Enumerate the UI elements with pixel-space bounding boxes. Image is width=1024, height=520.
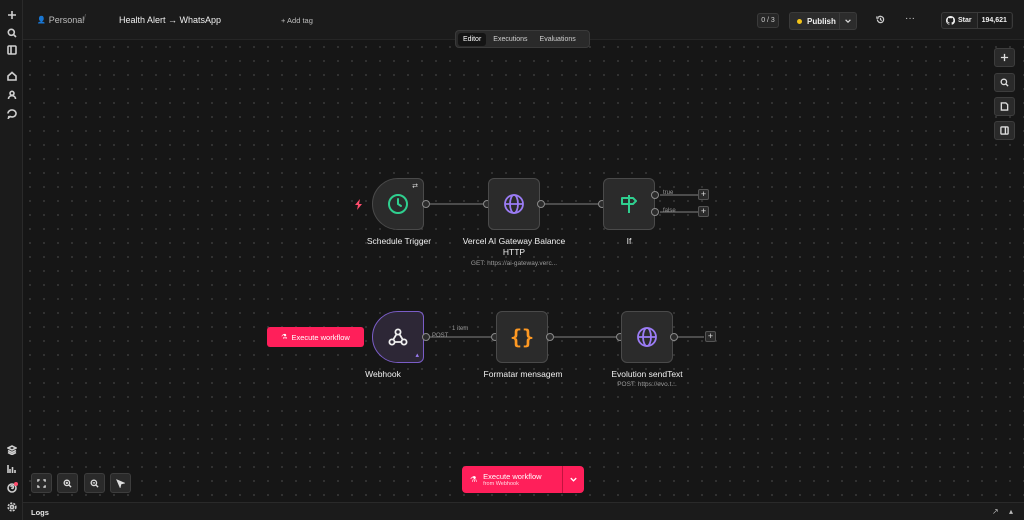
edge-label-true: true — [663, 190, 674, 196]
add-tag-button[interactable]: + Add tag — [281, 16, 313, 25]
zoom-out-button[interactable] — [84, 473, 105, 493]
node-label-schedule: Schedule Trigger — [366, 236, 432, 246]
fit-view-button[interactable] — [31, 473, 52, 493]
user-icon[interactable] — [3, 87, 20, 103]
templates-icon[interactable] — [3, 442, 20, 458]
workflow-title[interactable]: Health Alert → WhatsApp — [119, 15, 221, 25]
status-dot — [797, 18, 802, 24]
publish-button[interactable]: Publish — [789, 12, 857, 30]
vercel-http-node[interactable] — [488, 178, 540, 230]
home-icon[interactable] — [3, 68, 20, 84]
tab-evaluations[interactable]: Evaluations — [535, 33, 581, 46]
logs-label: Logs — [31, 508, 49, 517]
output-handle-true[interactable] — [651, 191, 659, 199]
webhook-icon — [388, 328, 408, 346]
help-icon[interactable] — [3, 480, 20, 496]
zoom-in-button[interactable] — [57, 473, 78, 493]
plus-icon[interactable] — [3, 7, 20, 23]
publish-label: Publish — [807, 16, 836, 26]
open-logs-icon[interactable]: ↗ — [992, 507, 999, 516]
github-star: Star — [942, 16, 977, 25]
execute-label: Execute workflow — [483, 472, 542, 481]
github-star-count: 194,621 — [976, 13, 1011, 28]
edge-items-count: 1 item — [452, 326, 469, 332]
workflow-canvas[interactable] — [23, 40, 1024, 502]
history-icon[interactable] — [876, 15, 885, 26]
logs-panel[interactable]: Logs ↗ ▴ — [23, 502, 1024, 520]
chevron-down-icon[interactable] — [839, 13, 856, 29]
clock-icon — [388, 194, 408, 214]
publish-counter: 0 / 3 — [757, 13, 779, 28]
globe-icon — [637, 327, 657, 347]
formatar-node[interactable]: {} — [496, 311, 548, 363]
pin-icon: ▴ — [415, 352, 419, 359]
node-label-evolution: Evolution sendText — [611, 369, 683, 379]
panel-icon[interactable] — [3, 42, 20, 58]
project-name: Personal — [48, 15, 85, 25]
execute-workflow-main[interactable]: ⚗ Execute workflow from Webhook — [462, 466, 562, 493]
node-label-vercel: Vercel AI Gateway Balance HTTP — [462, 236, 566, 257]
output-handle[interactable] — [422, 200, 430, 208]
tab-executions[interactable]: Executions — [488, 33, 532, 46]
signpost-icon — [621, 195, 637, 213]
search-icon[interactable] — [3, 25, 20, 41]
add-node-false-button[interactable]: + — [698, 206, 709, 217]
add-node-button[interactable]: + — [705, 331, 716, 342]
node-label-formatar: Formatar mensagem — [483, 369, 563, 379]
output-handle[interactable] — [422, 333, 430, 341]
chevron-down-icon[interactable] — [562, 466, 584, 493]
sticky-note-button[interactable] — [994, 97, 1015, 116]
output-handle-false[interactable] — [651, 208, 659, 216]
add-node-true-button[interactable]: + — [698, 189, 709, 200]
node-label-if: If — [626, 236, 632, 246]
webhook-node[interactable]: ▴ — [372, 311, 424, 363]
output-handle[interactable] — [546, 333, 554, 341]
edge-label-post: POST — [432, 333, 449, 339]
schedule-trigger-node[interactable]: ⇄ — [372, 178, 424, 230]
node-sub-vercel: GET: https://ai-gateway.verc... — [470, 260, 558, 267]
chevron-up-icon[interactable]: ▴ — [1009, 507, 1013, 516]
node-sub-evolution: POST: https://evo.t... — [617, 381, 677, 388]
view-tabs: Editor Executions Evaluations — [455, 30, 590, 48]
settings-icon[interactable] — [3, 499, 20, 515]
more-icon[interactable]: ··· — [905, 13, 915, 24]
github-icon — [946, 16, 955, 25]
evolution-node[interactable] — [621, 311, 673, 363]
execute-sublabel: from Webhook — [483, 481, 519, 487]
edge-label-false: false — [663, 208, 676, 214]
execute-workflow-button[interactable]: ⚗ Execute workflow from Webhook — [462, 466, 584, 493]
repeat-icon: ⇄ — [412, 183, 418, 190]
chat-icon[interactable] — [3, 106, 20, 122]
toggle-panel-button[interactable] — [994, 121, 1015, 140]
add-node-panel-button[interactable] — [994, 48, 1015, 67]
project-breadcrumb[interactable]: 👤 Personal — [37, 15, 84, 25]
lightning-icon — [355, 199, 362, 210]
user-small-icon: 👤 — [37, 17, 46, 24]
github-star-button[interactable]: Star 194,621 — [941, 12, 1013, 29]
node-label-webhook: Webhook — [365, 369, 401, 379]
flask-icon: ⚗ — [281, 334, 288, 341]
globe-icon — [504, 194, 524, 214]
breadcrumb-separator: / — [83, 13, 87, 25]
insights-icon[interactable] — [3, 461, 20, 477]
braces-icon: {} — [509, 325, 535, 349]
output-handle[interactable] — [537, 200, 545, 208]
flask-icon: ⚗ — [470, 475, 478, 484]
output-handle[interactable] — [670, 333, 678, 341]
pointer-tool-button[interactable] — [110, 473, 131, 493]
sidebar — [0, 0, 23, 520]
execute-node-button[interactable]: ⚗ Execute workflow — [267, 327, 364, 347]
tab-editor[interactable]: Editor — [458, 32, 487, 46]
search-nodes-button[interactable] — [994, 73, 1015, 92]
if-node[interactable] — [603, 178, 655, 230]
